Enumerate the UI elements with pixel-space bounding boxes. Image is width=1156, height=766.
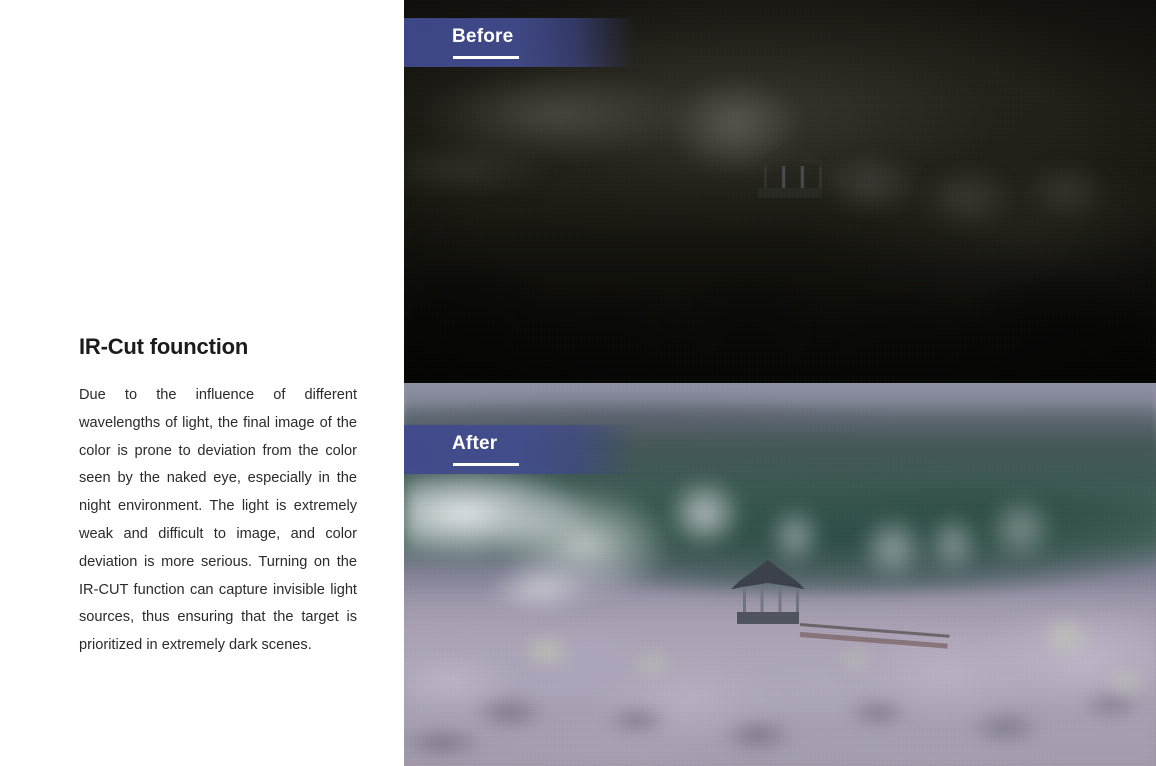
body-paragraph: Due to the influence of different wavele…: [79, 387, 357, 654]
before-label-underline: [453, 56, 519, 59]
text-column: IR-Cut founction Due to the influence of…: [79, 0, 358, 766]
after-photo: After: [404, 383, 1156, 766]
page-root: IR-Cut founction Due to the influence of…: [0, 0, 1156, 766]
after-label-badge: After: [404, 425, 636, 474]
before-label-badge: Before: [404, 18, 636, 67]
page-title: IR-Cut founction: [79, 334, 249, 359]
before-label-text: Before: [452, 26, 514, 47]
after-label-underline: [453, 463, 519, 466]
after-label-text: After: [452, 433, 498, 454]
comparison-media-column: Before After: [404, 0, 1156, 766]
before-photo: Before: [404, 0, 1156, 383]
